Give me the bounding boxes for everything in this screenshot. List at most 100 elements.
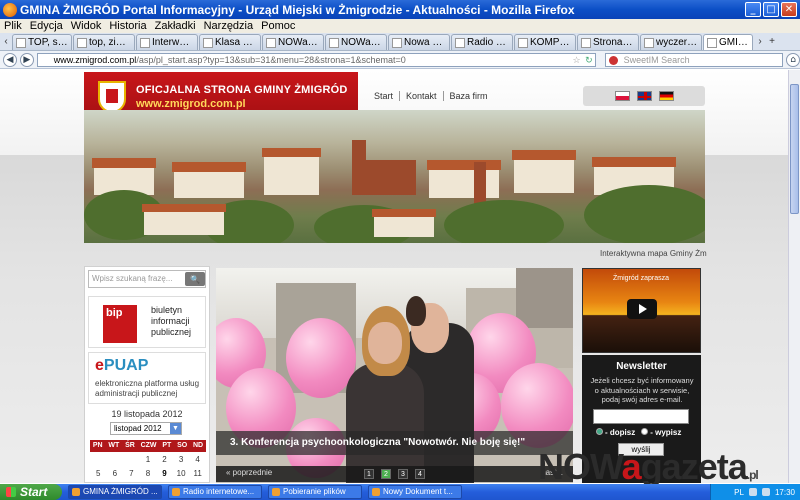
german-flag-icon[interactable]: [658, 91, 674, 101]
play-icon[interactable]: [627, 299, 657, 319]
window-title: GMINA ŻMIGRÓD Portal Informacyjny - Urzą…: [20, 2, 575, 17]
slider-prev-link[interactable]: « poprzednie: [226, 468, 272, 477]
radio-unchecked-icon[interactable]: [641, 428, 649, 435]
taskbar-item-downloads[interactable]: Pobieranie plików: [268, 485, 362, 499]
taskbar-item-document[interactable]: Nowy Dokument t...: [368, 485, 462, 499]
favicon-icon: [203, 37, 213, 48]
epuap-logo: ePUAP: [95, 357, 149, 374]
url-domain: www.zmigrod.com.pl: [53, 54, 137, 65]
new-tab-icon[interactable]: +: [766, 34, 778, 50]
favicon-icon: [707, 37, 717, 48]
radio-checked-icon[interactable]: [596, 428, 603, 435]
favicon-icon: [16, 37, 26, 48]
chevron-down-icon[interactable]: ▼: [170, 423, 181, 434]
window-titlebar: GMINA ŻMIGRÓD Portal Informacyjny - Urzą…: [0, 0, 800, 19]
slider-page-1[interactable]: 1: [364, 469, 374, 479]
favicon-icon: [392, 37, 402, 48]
favicon-icon: [77, 37, 87, 48]
scrollbar-thumb[interactable]: [790, 84, 799, 214]
favicon-icon: [644, 37, 654, 48]
maximize-button[interactable]: □: [763, 2, 779, 17]
slider-page-2[interactable]: 2: [381, 469, 391, 479]
menu-help[interactable]: Pomoc: [257, 19, 299, 33]
newsletter-options: - dopisz - wypisz: [596, 428, 681, 437]
search-engine-icon[interactable]: [608, 55, 618, 65]
url-path: /asp/pl_start.asp?typ=13&sub=31&menu=28&…: [136, 54, 406, 65]
tab-7[interactable]: Radio ZET ...: [451, 34, 513, 50]
vertical-scrollbar[interactable]: [788, 70, 800, 483]
slider-page-4[interactable]: 4: [415, 469, 425, 479]
polish-flag-icon[interactable]: [614, 91, 630, 101]
volume-icon[interactable]: [761, 488, 770, 496]
search-bar[interactable]: SweetIM Search: [604, 52, 784, 67]
windows-logo-icon: [6, 487, 16, 497]
language-indicator[interactable]: PL: [734, 488, 744, 497]
coat-of-arms-icon: [98, 81, 126, 113]
slider-navigation: « poprzednie 1 2 3 4 nast...: [216, 466, 573, 482]
menu-history[interactable]: Historia: [105, 19, 150, 33]
calendar-weekdays: PN WT ŚR CZW PT SO ND: [90, 440, 206, 452]
video-title: Żmigród zaprasza: [613, 275, 670, 282]
tab-6[interactable]: Nowa Gaz...: [388, 34, 450, 50]
favicon-icon: [518, 37, 528, 48]
url-bar[interactable]: www.zmigrod.com.pl/asp/pl_start.asp?typ=…: [36, 52, 596, 67]
reload-icon[interactable]: ↻: [585, 54, 593, 66]
site-logo-title: OFICJALNA STRONA GMINY ŻMIGRÓD: [136, 84, 348, 96]
close-button[interactable]: ✕: [781, 2, 797, 17]
menu-bookmarks[interactable]: Zakładki: [151, 19, 200, 33]
back-icon[interactable]: ◀: [3, 52, 17, 67]
newsletter-unsubscribe-option[interactable]: - wypisz: [641, 428, 681, 437]
promo-video[interactable]: Żmigród zaprasza: [582, 268, 701, 353]
nav-start[interactable]: Start: [368, 91, 401, 101]
bip-logo: bip: [103, 305, 137, 343]
search-placeholder: SweetIM Search: [623, 54, 690, 65]
tab-9[interactable]: Strona Int...: [577, 34, 639, 50]
tab-3[interactable]: Klasa okrę...: [199, 34, 261, 50]
tab-4[interactable]: NOWa – G...: [262, 34, 324, 50]
calendar-week-1: 1 2 3 4: [145, 455, 200, 464]
windows-taskbar: Start GMINA ŻMIGRÓD ... Radio internetow…: [0, 484, 800, 500]
menu-edit[interactable]: Edycja: [26, 19, 67, 33]
tab-10[interactable]: wyczerpuj...: [640, 34, 702, 50]
start-button[interactable]: Start: [0, 484, 62, 500]
newsletter-title: Newsletter: [616, 361, 667, 372]
minimize-button[interactable]: _: [745, 2, 761, 17]
calendar-month-select[interactable]: listopad 2012 ▼: [110, 422, 182, 435]
news-slider-caption[interactable]: 3. Konferencja psychoonkologiczna "Nowot…: [216, 431, 573, 455]
english-flag-icon[interactable]: [636, 91, 652, 101]
home-icon[interactable]: ⌂: [786, 52, 800, 67]
menu-file[interactable]: Plik: [0, 19, 26, 33]
tab-2[interactable]: Interwencj...: [136, 34, 198, 50]
menu-tools[interactable]: Narzędzia: [200, 19, 258, 33]
bip-banner[interactable]: bip biuletyn informacji publicznej: [88, 296, 206, 348]
firefox-icon: [3, 2, 17, 17]
interactive-map-link[interactable]: Interaktywna mapa Gminy Żm: [600, 249, 707, 258]
clock[interactable]: 17:30: [775, 488, 795, 497]
tab-1[interactable]: top, zielon...: [73, 34, 135, 50]
taskbar-item-firefox[interactable]: GMINA ŻMIGRÓD ...: [68, 485, 162, 499]
menubar: Plik Edycja Widok Historia Zakładki Narz…: [0, 19, 800, 33]
network-icon[interactable]: [748, 488, 757, 496]
epuap-text: elektroniczna platforma usług administra…: [95, 379, 200, 398]
nav-kontakt[interactable]: Kontakt: [400, 91, 444, 101]
tab-5[interactable]: NOWa – G...: [325, 34, 387, 50]
newsletter-email-input[interactable]: [593, 409, 689, 424]
tab-8[interactable]: KOMPLET ...: [514, 34, 576, 50]
site-top-nav: Start Kontakt Baza firm: [368, 91, 494, 101]
slider-page-3[interactable]: 3: [398, 469, 408, 479]
tabs-scroll-left-icon[interactable]: ‹: [0, 34, 12, 50]
bookmark-star-icon[interactable]: ☆: [573, 54, 581, 66]
tabs-scroll-right-icon[interactable]: ›: [754, 34, 766, 50]
favicon-icon: [455, 37, 465, 48]
site-search-button[interactable]: 🔍: [185, 272, 205, 286]
taskbar-item-radio[interactable]: Radio internetowe...: [168, 485, 262, 499]
calendar-week-2: 5 6 7 8 9 10 11: [96, 469, 202, 478]
forward-icon[interactable]: ▶: [19, 52, 34, 67]
epuap-banner[interactable]: ePUAP elektroniczna platforma usług admi…: [88, 352, 206, 404]
newsletter-subscribe-option[interactable]: - dopisz: [596, 428, 635, 437]
bip-text: biuletyn informacji publicznej: [151, 305, 192, 337]
tab-0[interactable]: TOP, szary...: [12, 34, 72, 50]
menu-view[interactable]: Widok: [67, 19, 106, 33]
nav-baza-firm[interactable]: Baza firm: [444, 91, 494, 101]
tab-11-active[interactable]: GMINA ...: [703, 34, 753, 50]
